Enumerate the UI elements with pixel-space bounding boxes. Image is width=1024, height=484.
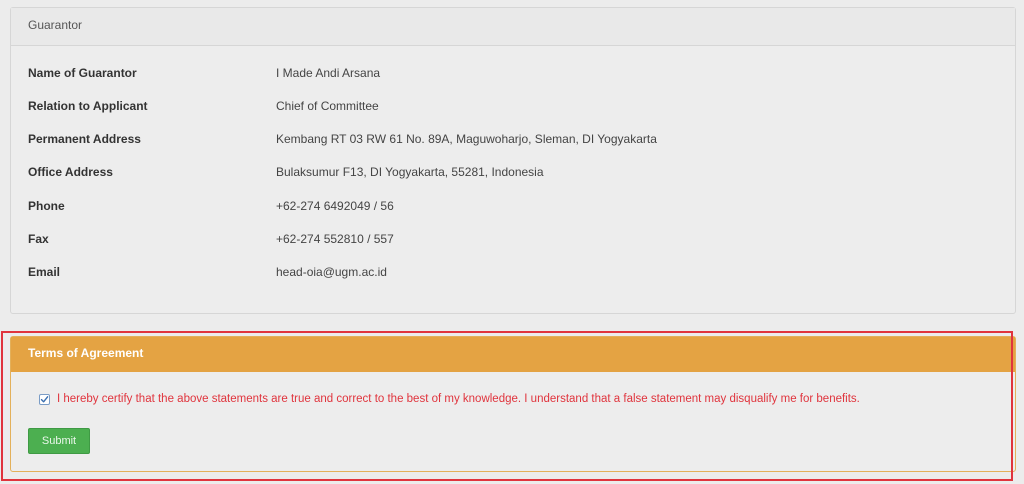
guarantor-name-value: I Made Andi Arsana [276,66,381,80]
relation-value: Chief of Committee [276,99,379,113]
permanent-address-label: Permanent Address [28,132,141,146]
phone-value: +62-274 6492049 / 56 [276,199,394,213]
fax-label: Fax [28,232,49,246]
email-label: Email [28,265,61,279]
office-address-label: Office Address [28,165,113,179]
guarantor-panel-title: Guarantor [11,8,1015,46]
permanent-address-value: Kembang RT 03 RW 61 No. 89A, Maguwoharjo… [276,132,657,146]
application-review-page: Guarantor Name of Guarantor I Made Andi … [0,0,1024,484]
email-value: head-oia@ugm.ac.id [276,265,387,279]
relation-label: Relation to Applicant [28,99,148,113]
highlight-annotation-box [1,331,1013,481]
phone-label: Phone [28,199,65,213]
guarantor-name-label: Name of Guarantor [28,66,137,80]
fax-value: +62-274 552810 / 557 [276,232,394,246]
office-address-value: Bulaksumur F13, DI Yogyakarta, 55281, In… [276,165,544,179]
guarantor-panel: Guarantor Name of Guarantor I Made Andi … [10,7,1016,314]
